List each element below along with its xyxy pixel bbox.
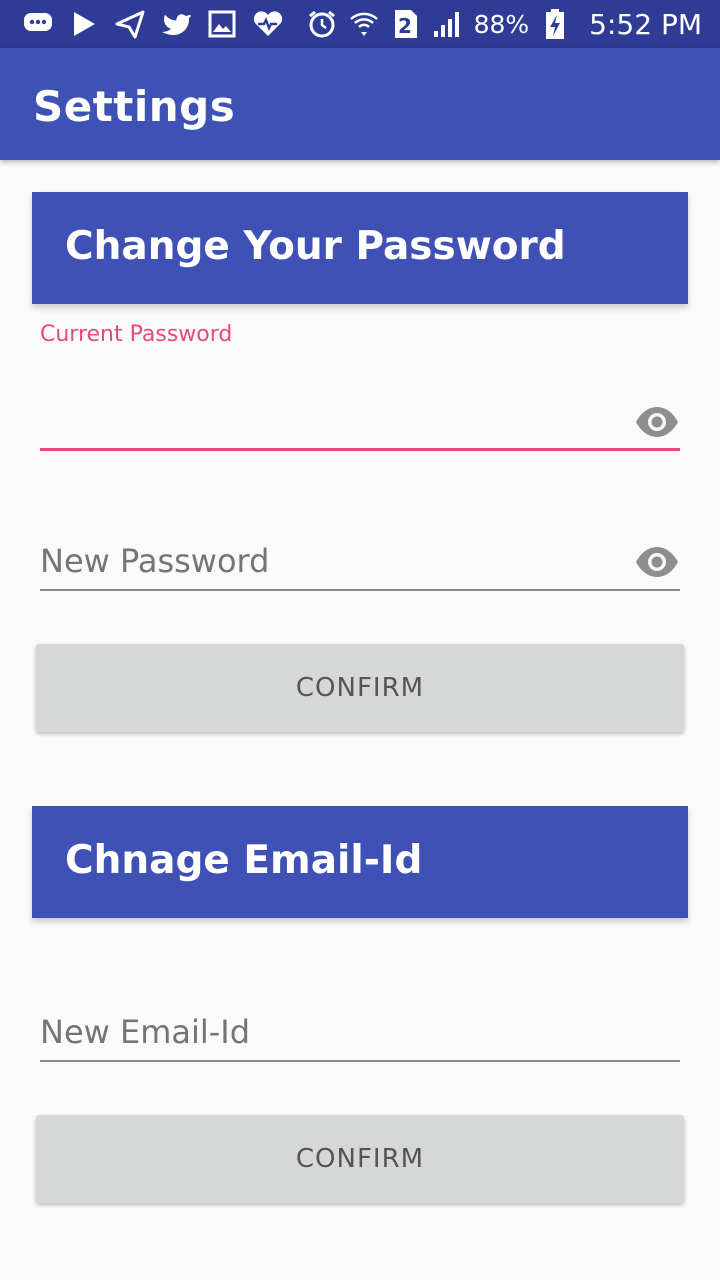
eye-icon[interactable] bbox=[634, 405, 680, 439]
play-store-icon bbox=[68, 8, 100, 40]
email-section-header: Chnage Email-Id bbox=[32, 806, 688, 918]
page-title: Settings bbox=[33, 82, 236, 131]
password-section-header: Change Your Password bbox=[32, 192, 688, 304]
eye-icon[interactable] bbox=[634, 545, 680, 579]
new-password-underline bbox=[40, 589, 680, 591]
current-password-field bbox=[40, 391, 680, 451]
heart-icon bbox=[252, 8, 284, 40]
current-password-label: Current Password bbox=[40, 322, 233, 347]
sim-label: 2 bbox=[398, 14, 412, 38]
alarm-icon bbox=[306, 8, 338, 40]
signal-icon bbox=[432, 8, 464, 40]
chat-bubble-icon bbox=[22, 8, 54, 40]
confirm-email-button[interactable]: CONFIRM bbox=[36, 1115, 684, 1203]
current-password-underline bbox=[40, 448, 680, 451]
battery-percent: 88% bbox=[473, 9, 530, 39]
password-section-title: Change Your Password bbox=[65, 224, 566, 269]
status-bar-notifications bbox=[22, 8, 284, 40]
new-email-input[interactable] bbox=[40, 1010, 620, 1054]
sim-2-icon: 2 bbox=[390, 8, 422, 40]
send-icon bbox=[114, 8, 146, 40]
gallery-icon bbox=[206, 8, 238, 40]
twitter-icon bbox=[160, 8, 192, 40]
new-email-underline bbox=[40, 1060, 680, 1062]
email-section-title: Chnage Email-Id bbox=[65, 838, 423, 883]
new-password-field bbox=[40, 531, 680, 591]
confirm-password-button[interactable]: CONFIRM bbox=[36, 644, 684, 732]
status-bar: 2 88% 5:52 PM bbox=[0, 0, 720, 48]
clock: 5:52 PM bbox=[589, 7, 702, 41]
app-bar: Settings bbox=[0, 48, 720, 160]
new-email-field bbox=[40, 1002, 680, 1062]
wifi-icon bbox=[348, 8, 380, 40]
new-password-input[interactable] bbox=[40, 539, 620, 583]
battery-charging-icon bbox=[539, 8, 571, 40]
status-bar-system: 2 88% 5:52 PM bbox=[306, 8, 702, 41]
current-password-input[interactable] bbox=[40, 399, 620, 443]
